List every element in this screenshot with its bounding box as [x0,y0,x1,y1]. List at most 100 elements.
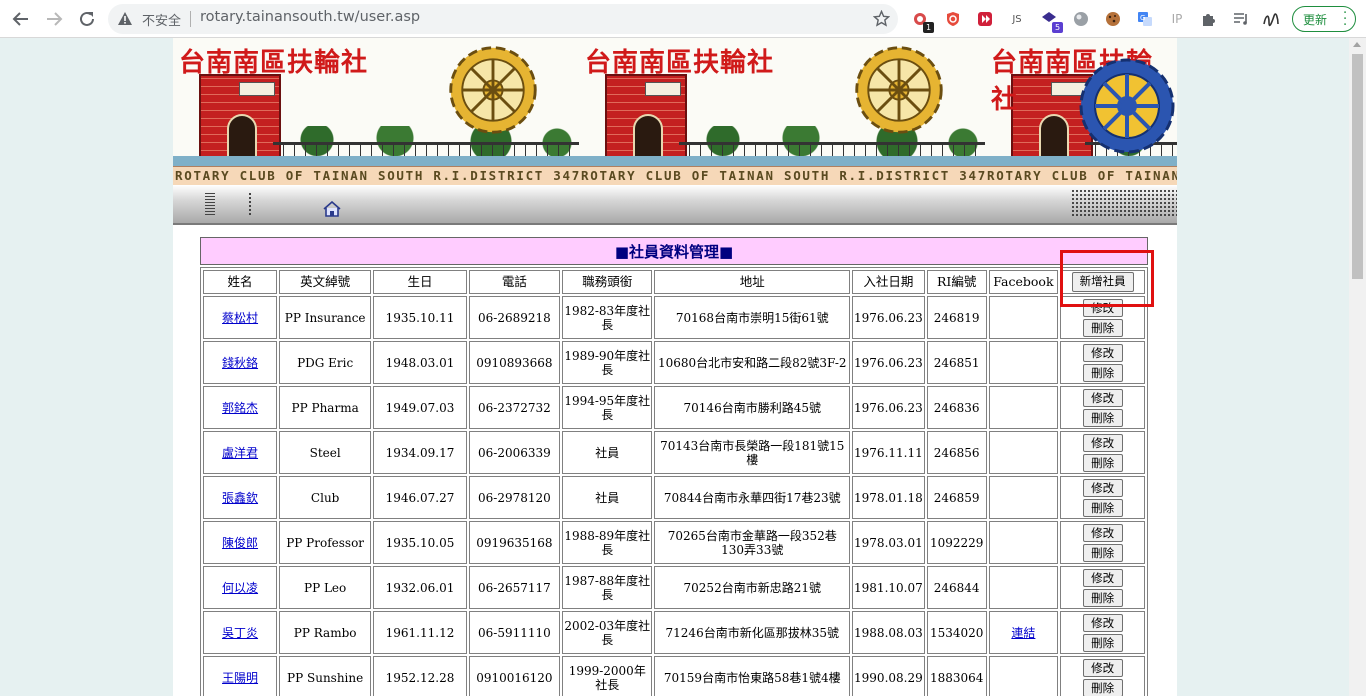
address-cell: 70252台南市新忠路21號 [654,566,851,609]
actions-cell: 修改 刪除 [1060,476,1145,519]
update-button[interactable]: 更新 · · · [1292,6,1356,32]
join-date-cell: 1978.03.01 [852,521,925,564]
extension-globe-icon[interactable] [1072,10,1090,28]
member-name-link[interactable]: 張鑫欽 [222,491,258,505]
member-name-link[interactable]: 吳丁炎 [222,626,258,640]
cookie-icon[interactable] [1104,10,1122,28]
member-name-cell: 吳丁炎 [203,611,278,654]
nav-decoration [1071,189,1177,217]
banner-strip-text: ROTARY CLUB OF TAINAN SOUTH R.I.DISTRICT… [175,168,579,183]
member-name-link[interactable]: 蔡松村 [222,311,258,325]
rotary-logo-icon [449,46,537,134]
extension-1-icon[interactable]: 1 [911,10,934,33]
actions-cell: 修改 刪除 [1060,431,1145,474]
svg-text:G: G [1140,14,1145,22]
edit-button[interactable]: 修改 [1082,613,1123,632]
join-date-cell: 1976.06.23 [852,296,925,339]
home-icon[interactable] [323,200,341,221]
actions-cell: 修改 刪除 [1060,341,1145,384]
edit-button[interactable]: 修改 [1082,658,1123,677]
delete-button[interactable]: 刪除 [1082,588,1123,607]
extension-shield-icon[interactable] [944,10,962,28]
delete-button[interactable]: 刪除 [1082,453,1123,472]
member-name-link[interactable]: 王陽明 [222,671,258,685]
omnibox-divider [190,11,191,27]
reload-icon[interactable] [75,7,99,31]
delete-button[interactable]: 刪除 [1082,363,1123,382]
edit-button[interactable]: 修改 [1082,523,1123,542]
delete-button[interactable]: 刪除 [1082,633,1123,652]
nickname-cell: PDG Eric [279,341,372,384]
edit-button[interactable]: 修改 [1082,433,1123,452]
puzzle-icon[interactable] [1200,10,1218,28]
phone-cell: 06-5911110 [468,611,561,654]
rotary-logo-icon [855,46,943,134]
back-icon[interactable] [9,7,33,31]
column-header: RI編號 [926,270,987,294]
extension-5-icon[interactable]: 5 [1040,10,1063,33]
address-cell: 70265台南市金華路一段352巷130弄33號 [654,521,851,564]
forward-icon[interactable] [42,7,66,31]
phone-cell: 06-2978120 [468,476,561,519]
birthday-cell: 1946.07.27 [373,476,467,519]
delete-button[interactable]: 刪除 [1082,543,1123,562]
title-cell: 1987-88年度社長 [562,566,653,609]
translate-icon[interactable]: G [1136,10,1154,28]
facebook-link[interactable]: 連結 [1011,626,1035,640]
banner-tile: 台南南區扶輪社 ROTARY CLUB OF TAINAN SOUTH R.I.… [579,38,985,185]
join-date-cell: 1976.06.23 [852,341,925,384]
banner-strip: ROTARY CLUB OF TAINAN SOUTH R.I.DISTRICT… [985,166,1177,185]
edit-button[interactable]: 修改 [1082,343,1123,362]
tower-sign [239,82,275,96]
member-name-link[interactable]: 盧洋君 [222,446,258,460]
nickname-cell: Steel [279,431,372,474]
birthday-cell: 1948.03.01 [373,341,467,384]
banner-strip-text: ROTARY CLUB OF TAINAN SOUTH R.I.DISTRICT… [987,168,1177,183]
phone-cell: 0910893668 [468,341,561,384]
member-name-link[interactable]: 錢秋鉻 [222,356,258,370]
title-cell: 1999-2000年社長 [562,656,653,696]
insecure-label[interactable]: 不安全 [142,10,181,29]
tower-arch [1039,114,1069,160]
address-bar[interactable]: 不安全 rotary.tainansouth.tw/user.asp [108,4,898,34]
edit-button[interactable]: 修改 [1082,568,1123,587]
column-header: 地址 [654,270,851,294]
ri-no-cell: 246836 [926,386,987,429]
extension-play-icon[interactable] [976,10,994,28]
member-name-link[interactable]: 郭銘杰 [222,401,258,415]
rotary-logo-icon [1079,58,1175,154]
warning-icon[interactable] [117,11,133,30]
banner-title: 台南南區扶輪社 [179,48,369,78]
url-text[interactable]: rotary.tainansouth.tw/user.asp [200,9,420,25]
facebook-cell [988,386,1059,429]
delete-button[interactable]: 刪除 [1082,408,1123,427]
address-cell: 70146台南市勝利路45號 [654,386,851,429]
join-date-cell: 1978.01.18 [852,476,925,519]
actions-cell: 修改 刪除 [1060,386,1145,429]
scrollbar-thumb[interactable] [1352,54,1363,279]
profile-icon[interactable] [1262,10,1280,28]
birthday-cell: 1932.06.01 [373,566,467,609]
menu-dots-icon[interactable]: · · · [1343,7,1347,32]
bookmark-star-icon[interactable] [872,9,891,31]
birthday-cell: 1961.11.12 [373,611,467,654]
delete-button[interactable]: 刪除 [1082,678,1123,696]
member-name-cell: 蔡松村 [203,296,278,339]
delete-button[interactable]: 刪除 [1082,318,1123,337]
vertical-scrollbar[interactable] [1349,38,1366,696]
reading-list-icon[interactable] [1232,10,1250,28]
join-date-cell: 1990.08.29 [852,656,925,696]
scroll-up-arrow-icon[interactable] [1353,42,1361,47]
address-cell: 70159台南市怡東路58巷1號4樓 [654,656,851,696]
extension-ip-icon[interactable]: IP [1168,10,1186,28]
join-date-cell: 1976.06.23 [852,386,925,429]
phone-cell: 0910016120 [468,656,561,696]
member-name-link[interactable]: 陳俊郎 [222,536,258,550]
edit-button[interactable]: 修改 [1082,388,1123,407]
edit-button[interactable]: 修改 [1082,478,1123,497]
birthday-cell: 1934.09.17 [373,431,467,474]
delete-button[interactable]: 刪除 [1082,498,1123,517]
member-name-link[interactable]: 何以凌 [222,581,258,595]
table-row: 何以凌 PP Leo 1932.06.01 06-2657117 1987-88年度社長… [203,566,1145,609]
extension-js-icon[interactable]: JS [1008,10,1026,28]
